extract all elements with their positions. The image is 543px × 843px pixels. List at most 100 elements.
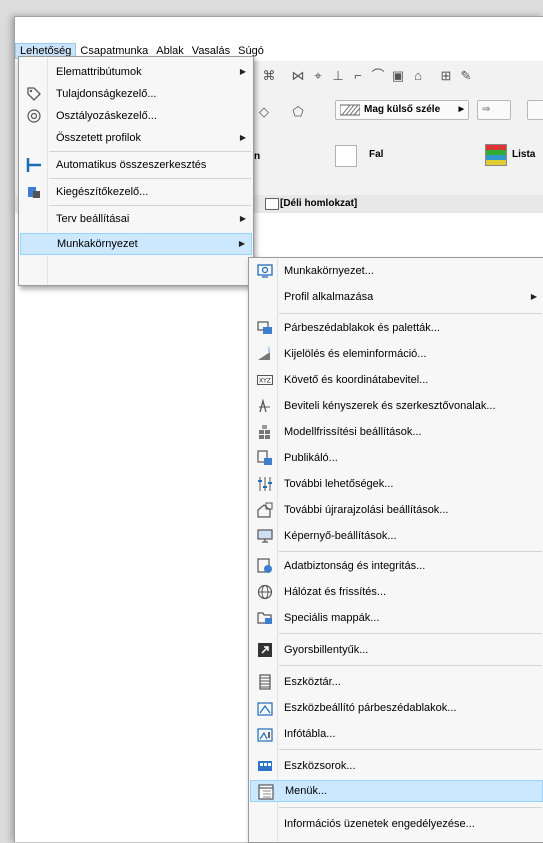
menu-item-label: Elemattribútumok (56, 66, 142, 78)
submenu-item-constraints-guides[interactable]: Beviteli kényszerek és szerkesztővonalak… (250, 395, 543, 417)
menu-separator (279, 807, 542, 808)
dropdown-arrow-icon: ▶ (458, 106, 464, 113)
cube-icon[interactable]: ◇ (257, 105, 271, 119)
publisher-icon (257, 450, 272, 465)
offset-icon[interactable]: ▣ (391, 69, 405, 83)
extra-button[interactable] (527, 100, 543, 120)
menu-separator (279, 313, 542, 314)
menu-item-label: Profil alkalmazása (284, 291, 374, 303)
fillet-icon[interactable]: ⌒ (371, 69, 385, 83)
menu-separator (279, 665, 542, 666)
submenu-item-redraw-settings[interactable]: További újrarajzolási beállítások... (250, 499, 543, 521)
wall-tool-icon[interactable] (335, 145, 357, 167)
submenu-arrow-icon: ▶ (239, 214, 246, 223)
addon-icon (28, 187, 40, 198)
menu-item-label: Munkakörnyezet (57, 238, 138, 250)
menu-item-label: Hálózat és frissítés... (284, 586, 387, 598)
direction-button[interactable]: ⇒ (477, 100, 511, 120)
submenu-arrow-icon: ▶ (239, 133, 246, 142)
dialogs-icon (257, 321, 272, 334)
menu-separator (49, 205, 251, 206)
magic-wand-icon[interactable]: ⌘ (262, 69, 276, 83)
submenu-item-tool-settings-dialogs[interactable]: Eszközbeállító párbeszédablakok... (250, 697, 543, 719)
pen-icon[interactable]: ✎ (459, 69, 473, 83)
menu-item-label: Terv beállításai (56, 213, 130, 225)
submenu-item-apply-profile[interactable]: Profil alkalmazása ▶ (250, 286, 543, 308)
menu-item-complex-profiles[interactable]: Összetett profilok ▶ (20, 127, 252, 149)
options-menu: Elemattribútumok ▶ Tulajdonságkezelő... … (18, 56, 254, 286)
folder-icon (257, 612, 272, 624)
submenu-item-special-folders[interactable]: Speciális mappák... (250, 607, 543, 629)
wall-tool-label[interactable]: Fal (369, 149, 383, 160)
menu-item-label: Speciális mappák... (284, 612, 380, 624)
partial-label: n (254, 151, 261, 162)
menu-item-label: További újrarajzolási beállítások... (284, 504, 449, 516)
tag-icon (27, 87, 41, 101)
submenu-item-keyboard-shortcuts[interactable]: Gyorsbillentyűk... (250, 639, 543, 661)
menu-item-element-attributes[interactable]: Elemattribútumok ▶ (20, 61, 252, 83)
intersect-icon[interactable]: ⌐ (351, 69, 365, 83)
screen-icon (257, 529, 273, 543)
menu-item-label: Tulajdonságkezelő... (56, 88, 157, 100)
submenu-item-info-box[interactable]: Infótábla... (250, 723, 543, 745)
shape-icon[interactable]: ⬠ (291, 105, 305, 119)
menu-item-label: Kiegészítőkezelő... (56, 186, 149, 198)
menu-item-label: További lehetőségek... (284, 478, 394, 490)
elevation-tab-label[interactable]: [Déli homlokzat] (280, 196, 357, 212)
submenu-item-model-rebuild[interactable]: Modellfrissítési beállítások... (250, 421, 543, 443)
menu-item-auto-intersection[interactable]: Automatikus összeszerkesztés (20, 154, 252, 176)
submenu-item-screen-settings[interactable]: Képernyő-beállítások... (250, 525, 543, 547)
menu-item-label: Adatbiztonság és integritás... (284, 560, 426, 572)
submenu-item-menus[interactable]: Menük... (250, 780, 543, 802)
menu-item-label: Párbeszédablakok és paletták... (284, 322, 440, 334)
xyz-icon: XYZ (257, 375, 273, 385)
list-label[interactable]: Lista (512, 149, 535, 160)
submenu-item-selection-info[interactable]: i Kijelölés és eleminformáció... (250, 343, 543, 365)
submenu-arrow-icon: ▶ (530, 292, 537, 301)
submenu-item-network[interactable]: Hálózat és frissítés... (250, 581, 543, 603)
submenu-item-more-options[interactable]: További lehetőségek... (250, 473, 543, 495)
network-icon (257, 584, 273, 600)
list-icon[interactable] (485, 144, 507, 166)
menu-item-label: Infótábla... (284, 728, 336, 740)
menu-item-property-manager[interactable]: Tulajdonságkezelő... (20, 83, 252, 105)
submenu-item-tracker-coordinates[interactable]: XYZ Követő és koordinátabevitel... (250, 369, 543, 391)
menu-separator (279, 633, 542, 634)
submenu-item-dialogs-palettes[interactable]: Párbeszédablakok és paletták... (250, 317, 543, 339)
roof-icon[interactable]: ⌂ (411, 69, 425, 83)
data-safety-icon (257, 558, 272, 573)
submenu-item-publisher[interactable]: Publikáló... (250, 447, 543, 469)
menu-separator (279, 749, 542, 750)
submenu-arrow-icon: ▶ (238, 239, 245, 248)
menu-item-label: Osztályozáskezelő... (56, 110, 157, 122)
model-rebuild-icon (259, 425, 270, 439)
info-box-icon (257, 728, 273, 742)
title-bar (15, 17, 543, 43)
menu-item-label: Automatikus összeszerkesztés (56, 159, 207, 171)
menu-item-label: Eszközbeállító párbeszédablakok... (284, 702, 457, 714)
menu-item-label: Eszköztár... (284, 676, 341, 688)
adjust-icon[interactable]: ⊥ (331, 69, 345, 83)
submenu-item-toolbox[interactable]: Eszköztár... (250, 671, 543, 693)
submenu-item-work-environment[interactable]: Munkakörnyezet... (250, 260, 543, 282)
more-options-icon (258, 477, 272, 491)
selection-icon: i (258, 346, 270, 360)
menu-item-work-environment[interactable]: Munkakörnyezet ▶ (20, 233, 252, 255)
trim-icon[interactable]: ⋈ (291, 69, 305, 83)
grid-icon[interactable]: ⊞ (439, 69, 453, 83)
menu-item-project-preferences[interactable]: Terv beállításai ▶ (20, 208, 252, 230)
split-icon[interactable]: ⌖ (311, 69, 325, 83)
submenu-item-enable-info-messages[interactable]: Információs üzenetek engedélyezése... (250, 813, 543, 835)
elevation-view-icon (265, 198, 279, 210)
menu-item-classification-manager[interactable]: Osztályozáskezelő... (20, 105, 252, 127)
submenu-item-data-safety[interactable]: Adatbiztonság és integritás... (250, 555, 543, 577)
menu-item-label: Modellfrissítési beállítások... (284, 426, 422, 438)
work-environment-icon (257, 264, 273, 278)
reference-line-dropdown[interactable]: Mag külső széle ▶ (335, 100, 469, 120)
svg-text:i: i (268, 346, 270, 354)
submenu-item-toolbars[interactable]: Eszközsorok... (250, 755, 543, 777)
reference-line-label: Mag külső széle (364, 104, 441, 115)
submenu-arrow-icon: ▶ (239, 67, 246, 76)
redraw-icon (257, 502, 273, 518)
menu-item-addon-manager[interactable]: Kiegészítőkezelő... (20, 181, 252, 203)
